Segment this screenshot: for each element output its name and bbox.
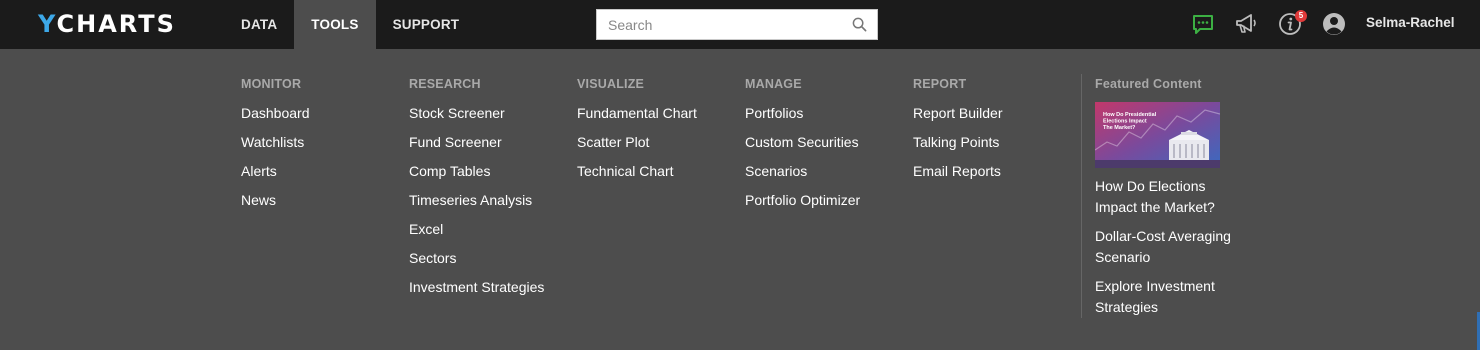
menu-link-alerts[interactable]: Alerts — [241, 162, 310, 191]
column-heading: REPORT — [913, 77, 967, 91]
main-nav: DATA TOOLS SUPPORT — [224, 0, 476, 49]
featured-link-dollar-cost-averaging[interactable]: Dollar-Cost Averaging Scenario — [1095, 226, 1235, 268]
chat-icon[interactable] — [1191, 12, 1215, 36]
menu-link-custom-securities[interactable]: Custom Securities — [745, 133, 860, 162]
megaphone-icon[interactable] — [1234, 12, 1258, 36]
featured-thumbnail-art: How Do Presidential Elections Impact The… — [1095, 102, 1220, 168]
top-navigation-bar: YCHARTS DATA TOOLS SUPPORT 5 Sel — [0, 0, 1480, 49]
menu-link-sectors[interactable]: Sectors — [409, 249, 544, 278]
menu-link-investment-strategies[interactable]: Investment Strategies — [409, 278, 544, 307]
column-heading: MANAGE — [745, 77, 802, 91]
nav-tools[interactable]: TOOLS — [294, 0, 376, 49]
menu-column-report: REPORT Report Builder Talking Points Ema… — [913, 76, 1003, 191]
menu-link-technical-chart[interactable]: Technical Chart — [577, 162, 697, 191]
menu-link-news[interactable]: News — [241, 191, 310, 220]
column-heading: RESEARCH — [409, 77, 481, 91]
menu-link-comp-tables[interactable]: Comp Tables — [409, 162, 544, 191]
featured-thumbnail[interactable]: How Do Presidential Elections Impact The… — [1095, 102, 1220, 168]
username-link[interactable]: Selma-Rachel — [1366, 15, 1455, 30]
menu-link-talking-points[interactable]: Talking Points — [913, 133, 1003, 162]
notification-badge: 5 — [1295, 10, 1307, 22]
featured-content: Featured Content How Do Presidential Ele… — [1095, 76, 1235, 326]
menu-link-fund-screener[interactable]: Fund Screener — [409, 133, 544, 162]
menu-column-visualize: VISUALIZE Fundamental Chart Scatter Plot… — [577, 76, 697, 191]
user-avatar-icon[interactable] — [1322, 12, 1346, 36]
menu-link-dashboard[interactable]: Dashboard — [241, 104, 310, 133]
menu-column-monitor: MONITOR Dashboard Watchlists Alerts News — [241, 76, 310, 220]
featured-divider — [1081, 74, 1082, 318]
column-heading: VISUALIZE — [577, 77, 645, 91]
menu-link-scenarios[interactable]: Scenarios — [745, 162, 860, 191]
menu-link-timeseries-analysis[interactable]: Timeseries Analysis — [409, 191, 544, 220]
menu-link-excel[interactable]: Excel — [409, 220, 544, 249]
menu-link-stock-screener[interactable]: Stock Screener — [409, 104, 544, 133]
menu-link-report-builder[interactable]: Report Builder — [913, 104, 1003, 133]
menu-column-research: RESEARCH Stock Screener Fund Screener Co… — [409, 76, 544, 307]
nav-data[interactable]: DATA — [224, 0, 294, 49]
menu-link-portfolios[interactable]: Portfolios — [745, 104, 860, 133]
menu-link-portfolio-optimizer[interactable]: Portfolio Optimizer — [745, 191, 860, 220]
search-input[interactable] — [597, 10, 847, 39]
column-heading: MONITOR — [241, 77, 302, 91]
search-box — [596, 9, 878, 40]
ycharts-logo[interactable]: YCHARTS — [38, 12, 176, 36]
featured-link-investment-strategies[interactable]: Explore Investment Strategies — [1095, 276, 1235, 318]
featured-link-elections[interactable]: How Do Elections Impact the Market? — [1095, 176, 1235, 218]
featured-heading: Featured Content — [1095, 77, 1202, 91]
menu-link-fundamental-chart[interactable]: Fundamental Chart — [577, 104, 697, 133]
logo-text: YCHARTS — [38, 10, 176, 38]
menu-link-watchlists[interactable]: Watchlists — [241, 133, 310, 162]
search-icon[interactable] — [852, 17, 867, 32]
menu-column-manage: MANAGE Portfolios Custom Securities Scen… — [745, 76, 860, 220]
menu-link-email-reports[interactable]: Email Reports — [913, 162, 1003, 191]
menu-link-scatter-plot[interactable]: Scatter Plot — [577, 133, 697, 162]
nav-support[interactable]: SUPPORT — [376, 0, 477, 49]
